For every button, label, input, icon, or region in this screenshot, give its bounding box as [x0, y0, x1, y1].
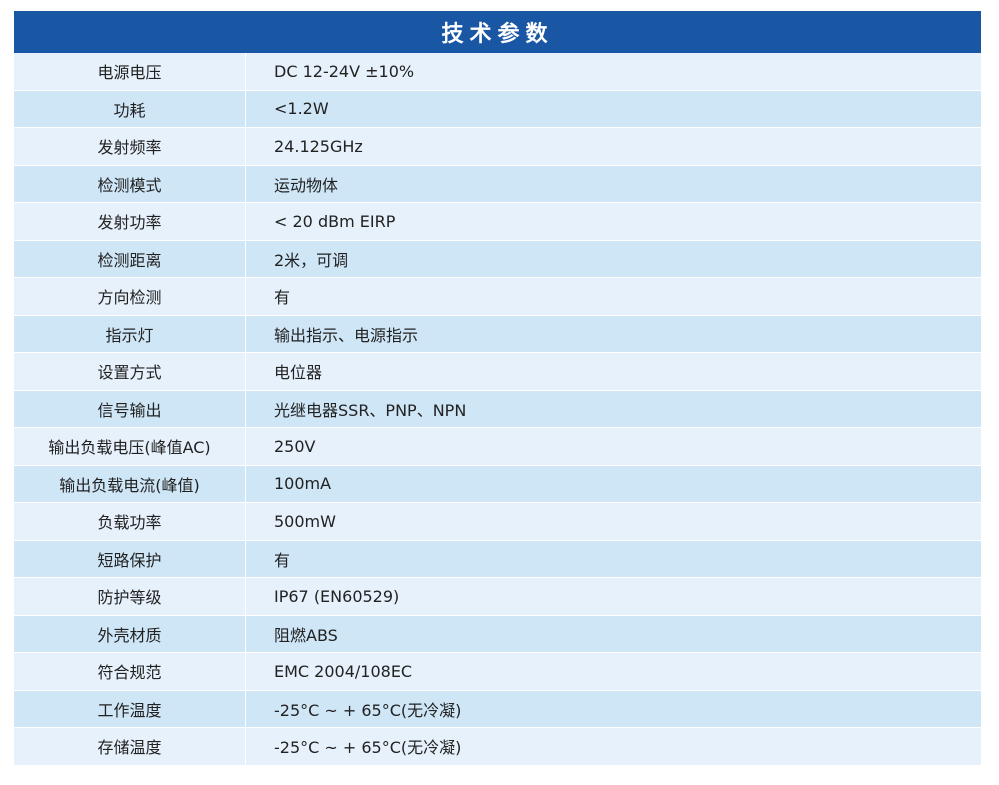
table-row: 防护等级 IP67 (EN60529) — [14, 578, 981, 616]
row-value: 运动物体 — [274, 175, 339, 195]
row-value: 有 — [274, 550, 291, 570]
row-value: EMC 2004/108EC — [274, 661, 413, 681]
row-value: DC 12-24V ±10% — [274, 61, 415, 81]
row-label: 发射功率 — [14, 203, 246, 240]
row-value: 电位器 — [274, 363, 323, 383]
row-label: 防护等级 — [14, 578, 246, 615]
table-row: 发射频率 24.125GHz — [14, 128, 981, 166]
row-label: 输出负载电压(峰值AC) — [14, 428, 246, 465]
table-row: 信号输出 光继电器SSR、PNP、NPN — [14, 390, 981, 428]
table-row: 功耗 <1.2W — [14, 90, 981, 128]
row-label: 外壳材质 — [14, 615, 246, 652]
table-row: 输出负载电流(峰值) 100mA — [14, 465, 981, 503]
table-title: 技术参数 — [441, 22, 554, 47]
row-value: 100mA — [274, 474, 332, 494]
row-label: 工作温度 — [14, 690, 246, 727]
spec-table: 技术参数 电源电压 DC 12-24V ±10% 功耗 <1.2W 发射频率 2… — [14, 11, 981, 766]
row-value: <1.2W — [274, 99, 329, 119]
row-value: 250V — [274, 436, 316, 456]
table-row: 短路保护 有 — [14, 540, 981, 578]
row-value: -25°C ~ + 65°C(无冷凝) — [274, 738, 462, 758]
table-row: 设置方式 电位器 — [14, 353, 981, 391]
table-row: 输出负载电压(峰值AC) 250V — [14, 428, 981, 466]
table-row: 外壳材质 阻燃ABS — [14, 615, 981, 653]
row-label: 输出负载电流(峰值) — [14, 465, 246, 502]
row-value: 输出指示、电源指示 — [274, 325, 419, 345]
row-label: 发射频率 — [14, 128, 246, 165]
row-value: -25°C ~ + 65°C(无冷凝) — [274, 700, 462, 720]
row-label: 检测模式 — [14, 165, 246, 202]
row-value: 24.125GHz — [274, 136, 363, 156]
table-row: 电源电压 DC 12-24V ±10% — [14, 53, 981, 91]
table-row: 负载功率 500mW — [14, 503, 981, 541]
row-label: 短路保护 — [14, 540, 246, 577]
row-label: 符合规范 — [14, 653, 246, 690]
row-value: 光继电器SSR、PNP、NPN — [274, 400, 467, 420]
row-value: < 20 dBm EIRP — [274, 211, 396, 231]
row-label: 负载功率 — [14, 503, 246, 540]
row-label: 设置方式 — [14, 353, 246, 390]
row-value: 有 — [274, 288, 291, 308]
table-row: 符合规范 EMC 2004/108EC — [14, 653, 981, 691]
row-label: 指示灯 — [14, 315, 246, 352]
table-row: 工作温度 -25°C ~ + 65°C(无冷凝) — [14, 690, 981, 728]
table-row: 检测距离 2米，可调 — [14, 240, 981, 278]
row-label: 功耗 — [14, 90, 246, 127]
table-row: 发射功率 < 20 dBm EIRP — [14, 203, 981, 241]
table-row: 检测模式 运动物体 — [14, 165, 981, 203]
row-label: 信号输出 — [14, 390, 246, 427]
table-header: 技术参数 — [14, 11, 981, 53]
row-value: IP67 (EN60529) — [274, 586, 400, 606]
table-row: 指示灯 输出指示、电源指示 — [14, 315, 981, 353]
row-value: 2米，可调 — [274, 250, 349, 270]
row-value: 阻燃ABS — [274, 625, 338, 645]
table-row: 存储温度 -25°C ~ + 65°C(无冷凝) — [14, 728, 981, 766]
row-label: 存储温度 — [14, 728, 246, 765]
row-label: 检测距离 — [14, 240, 246, 277]
row-label: 方向检测 — [14, 278, 246, 315]
table-body: 电源电压 DC 12-24V ±10% 功耗 <1.2W 发射频率 24.125… — [14, 53, 981, 766]
row-label: 电源电压 — [14, 53, 246, 90]
row-value: 500mW — [274, 511, 336, 531]
table-row: 方向检测 有 — [14, 278, 981, 316]
